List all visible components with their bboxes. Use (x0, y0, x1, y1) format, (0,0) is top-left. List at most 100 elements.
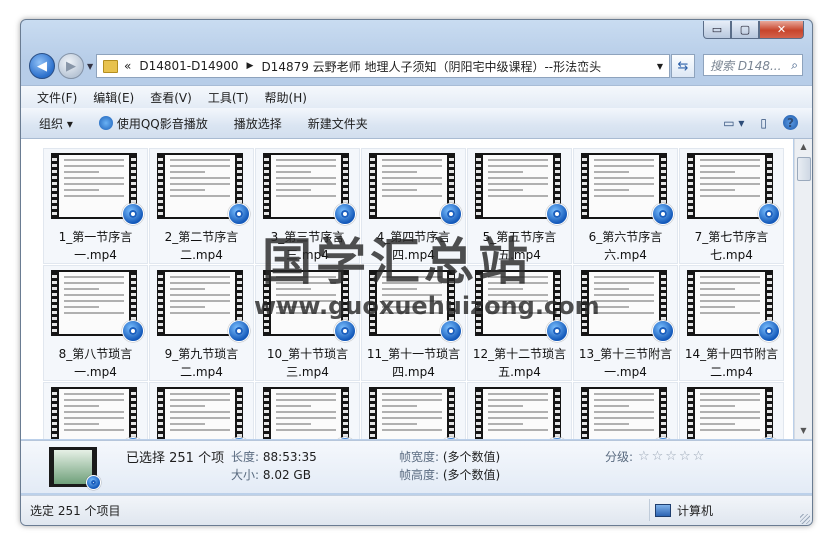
video-thumbnail (157, 387, 243, 439)
explorer-window: ▭ ▢ ✕ ◀ ▶ ▼ « D14801-D14900 ▶ D14879 云野老… (20, 19, 813, 526)
qq-video-badge-icon (228, 203, 250, 225)
status-location: 计算机 (655, 502, 713, 519)
details-pane: 已选择 251 个项 长度: 88:53:35 大小: 8.02 GB 帧宽度:… (21, 440, 812, 493)
back-button[interactable]: ◀ (29, 53, 55, 79)
file-tile[interactable]: 10_第十节琐言三.mp4 (255, 265, 360, 381)
size-field: 大小: 8.02 GB (231, 466, 311, 483)
file-name: 12_第十二节琐言五.mp4 (472, 347, 567, 379)
file-name: 3_第三节序言三.mp4 (270, 230, 345, 262)
file-name: 8_第八节琐言一.mp4 (58, 347, 133, 379)
change-view-icon[interactable]: ▭ ▾ (723, 116, 744, 130)
breadcrumb-item-current[interactable]: D14879 云野老师 地理人子须知（阴阳宅中级课程）--形法峦头 (261, 58, 601, 75)
video-thumbnail (687, 387, 773, 439)
file-tile[interactable] (149, 382, 254, 439)
refresh-button[interactable]: ⇆ (671, 54, 695, 78)
preview-pane-icon[interactable]: ▯ (760, 116, 767, 130)
menu-help[interactable]: 帮助(H) (265, 89, 307, 106)
frame-height-field: 帧高度: (多个数值) (399, 466, 500, 483)
qq-video-badge-icon (228, 320, 250, 342)
scroll-thumb[interactable] (797, 157, 811, 181)
status-selection: 选定 251 个项目 (30, 504, 121, 518)
forward-button[interactable]: ▶ (58, 53, 84, 79)
frame-height-label: 帧高度: (399, 468, 440, 482)
close-button[interactable]: ✕ (759, 21, 804, 39)
file-tile[interactable]: 2_第二节序言二.mp4 (149, 148, 254, 264)
file-tile[interactable]: 11_第十一节琐言四.mp4 (361, 265, 466, 381)
file-tile[interactable]: 6_第六节序言六.mp4 (573, 148, 678, 264)
qq-video-badge-icon (86, 475, 101, 490)
file-tile[interactable]: 3_第三节序言三.mp4 (255, 148, 360, 264)
size-label: 大小: (231, 468, 260, 482)
video-thumbnail (475, 387, 561, 439)
length-field: 长度: 88:53:35 (231, 448, 317, 465)
search-input[interactable]: 搜索 D148... ⌕ (703, 54, 803, 76)
breadcrumb-item[interactable]: D14801-D14900 (139, 59, 238, 73)
frame-height-value: (多个数值) (442, 468, 501, 482)
file-name: 9_第九节琐言二.mp4 (164, 347, 239, 379)
file-tile[interactable]: 1_第一节序言一.mp4 (43, 148, 148, 264)
file-tile[interactable] (255, 382, 360, 439)
breadcrumb-overflow[interactable]: « (124, 59, 131, 73)
file-tile[interactable]: 4_第四节序言四.mp4 (361, 148, 466, 264)
qq-video-badge-icon (546, 203, 568, 225)
vertical-scrollbar[interactable]: ▲ ▼ (794, 139, 812, 439)
command-bar: 组织 ▾ 使用QQ影音播放 播放选择 新建文件夹 ▭ ▾ ▯ ? (21, 108, 812, 139)
play-selection-button[interactable]: 播放选择 (234, 115, 282, 132)
file-name: 6_第六节序言六.mp4 (588, 230, 663, 262)
menu-bar: 文件(F) 编辑(E) 查看(V) 工具(T) 帮助(H) (21, 85, 812, 108)
scroll-up-icon[interactable]: ▲ (795, 139, 812, 155)
file-tile[interactable]: 8_第八节琐言一.mp4 (43, 265, 148, 381)
file-tile[interactable]: 5_第五节序言五.mp4 (467, 148, 572, 264)
rating-stars[interactable]: ☆☆☆☆☆ (638, 449, 706, 464)
qq-video-badge-icon (122, 320, 144, 342)
file-name: 7_第七节序言七.mp4 (694, 230, 769, 262)
file-tile[interactable] (679, 382, 784, 439)
file-grid: 1_第一节序言一.mp4 2_第二节序言二.mp4 3_第三节序言三.mp4 4_第四… (43, 148, 784, 439)
menu-file[interactable]: 文件(F) (37, 89, 77, 106)
qq-video-badge-icon (334, 203, 356, 225)
file-tile[interactable] (573, 382, 678, 439)
file-tile[interactable]: 14_第十四节附言二.mp4 (679, 265, 784, 381)
resize-grip[interactable] (800, 514, 810, 524)
search-icon[interactable]: ⌕ (791, 58, 798, 73)
help-icon[interactable]: ? (783, 115, 798, 130)
recent-pages-dropdown[interactable]: ▼ (87, 62, 93, 71)
file-tile[interactable]: 13_第十三节附言一.mp4 (573, 265, 678, 381)
computer-icon (655, 504, 671, 517)
scroll-down-icon[interactable]: ▼ (795, 423, 812, 439)
qq-video-badge-icon (652, 203, 674, 225)
maximize-button[interactable]: ▢ (731, 21, 759, 39)
new-folder-button[interactable]: 新建文件夹 (308, 115, 368, 132)
file-tile[interactable]: 7_第七节序言七.mp4 (679, 148, 784, 264)
menu-tools[interactable]: 工具(T) (208, 89, 249, 106)
address-bar[interactable]: « D14801-D14900 ▶ D14879 云野老师 地理人子须知（阴阳宅… (96, 54, 670, 78)
menu-view[interactable]: 查看(V) (150, 89, 192, 106)
qq-video-badge-icon (440, 203, 462, 225)
length-label: 长度: (231, 450, 260, 464)
address-dropdown-icon[interactable]: ▼ (657, 62, 663, 71)
file-name: 11_第十一节琐言四.mp4 (366, 347, 461, 379)
file-list-pane[interactable]: 1_第一节序言一.mp4 2_第二节序言二.mp4 3_第三节序言三.mp4 4_第四… (21, 139, 793, 439)
rating-label: 分级: (605, 450, 634, 464)
file-name: 2_第二节序言二.mp4 (164, 230, 239, 262)
minimize-button[interactable]: ▭ (703, 21, 731, 39)
breadcrumb-separator[interactable]: ▶ (247, 61, 254, 71)
qq-video-badge-icon (758, 203, 780, 225)
file-name: 4_第四节序言四.mp4 (376, 230, 451, 262)
video-thumbnail (581, 387, 667, 439)
play-with-qq-button[interactable]: 使用QQ影音播放 (98, 115, 208, 132)
file-tile[interactable] (43, 382, 148, 439)
menu-edit[interactable]: 编辑(E) (93, 89, 134, 106)
frame-width-label: 帧宽度: (399, 450, 440, 464)
file-tile[interactable] (467, 382, 572, 439)
play-with-qq-label: 使用QQ影音播放 (116, 116, 208, 131)
organize-button[interactable]: 组织 ▾ (39, 115, 73, 132)
file-tile[interactable]: 9_第九节琐言二.mp4 (149, 265, 254, 381)
frame-width-field: 帧宽度: (多个数值) (399, 448, 500, 465)
window-controls: ▭ ▢ ✕ (703, 21, 804, 39)
file-tile[interactable] (361, 382, 466, 439)
file-tile[interactable]: 12_第十二节琐言五.mp4 (467, 265, 572, 381)
file-name: 5_第五节序言五.mp4 (482, 230, 557, 262)
frame-width-value: (多个数值) (442, 450, 501, 464)
selected-count: 已选择 251 个项 (126, 451, 225, 466)
